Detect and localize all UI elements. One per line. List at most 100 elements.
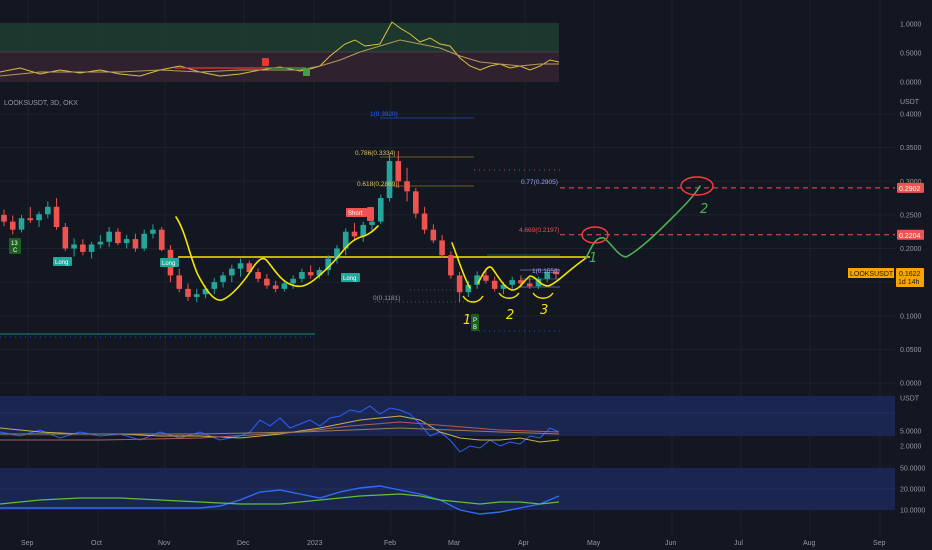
bottom-arc-3 xyxy=(532,292,554,299)
candle xyxy=(53,198,60,230)
candle xyxy=(220,272,226,288)
candle xyxy=(193,288,200,303)
y-tick-label: 0.1000 xyxy=(900,313,922,320)
candle xyxy=(176,268,183,293)
signal-pb[interactable]: P B xyxy=(471,314,479,331)
x-axis: Sep Oct Nov Dec 2023 Feb Mar Apr May Jun Jul Aug Sep xyxy=(21,540,886,547)
top-pane-tick-label: 0.0000 xyxy=(900,80,922,87)
candle xyxy=(421,206,428,234)
hand-label-1: 1 xyxy=(463,313,471,328)
x-tick-label: Nov xyxy=(158,540,171,547)
svg-text:Long: Long xyxy=(162,261,175,267)
candle xyxy=(413,187,419,219)
candle xyxy=(264,274,270,289)
svg-text:0.2204: 0.2204 xyxy=(899,233,921,240)
level-tag-upper: 0.2902 xyxy=(897,182,924,193)
x-tick-label: Aug xyxy=(803,540,816,547)
candle xyxy=(9,215,16,235)
svg-text:0.1622: 0.1622 xyxy=(899,271,921,278)
x-tick-label: Dec xyxy=(237,540,250,547)
candle xyxy=(448,251,454,279)
candle xyxy=(141,229,147,252)
svg-text:LOOKSUSDT: LOOKSUSDT xyxy=(850,271,894,278)
candles-layer xyxy=(1,150,559,303)
top-pane-tick-label: 1.0000 xyxy=(900,22,922,29)
current-price-tag[interactable]: LOOKSUSDT 0.1622 1d 14h xyxy=(848,268,924,287)
candle xyxy=(185,283,191,301)
bottom-arc-2 xyxy=(498,292,520,299)
svg-text:Short: Short xyxy=(348,211,363,217)
x-tick-label: 2023 xyxy=(307,540,323,547)
fib-label-0618: 0.618(0.2869) xyxy=(357,181,397,188)
oscillator-pane-3 xyxy=(0,468,895,515)
hand-label-2: 2 xyxy=(506,308,514,323)
pane2-tick-label: 50.0000 xyxy=(900,466,925,473)
main-pane-decor xyxy=(0,117,590,338)
candle xyxy=(404,167,410,202)
top-osc-upper-zone xyxy=(0,23,559,52)
hand-label-3: 3 xyxy=(540,303,548,318)
svg-text:1d 14h: 1d 14h xyxy=(898,279,920,286)
candle xyxy=(509,276,515,289)
y-tick-label: 0.2500 xyxy=(900,212,922,219)
fib-label-1-small: 1(0.1550) xyxy=(532,268,560,275)
signal-long-3[interactable]: Long xyxy=(341,273,360,282)
candle xyxy=(71,238,77,257)
svg-text:B: B xyxy=(473,325,477,331)
currency-label: USDT xyxy=(900,99,920,106)
candle xyxy=(229,264,235,283)
fib-label-0786: 0.786(0.3334) xyxy=(355,150,395,157)
candle xyxy=(80,239,86,256)
x-tick-label: Apr xyxy=(518,540,530,547)
candle xyxy=(351,222,358,241)
top-oscillator-pane xyxy=(0,21,560,82)
y-tick-label: 0.4000 xyxy=(900,112,922,119)
candle xyxy=(211,278,218,295)
oscillator-pane-2 xyxy=(0,396,895,453)
candle xyxy=(299,268,305,283)
candle xyxy=(1,209,7,227)
projection-path xyxy=(585,185,701,259)
candle xyxy=(342,228,349,256)
candle xyxy=(123,235,130,249)
candle xyxy=(158,226,165,252)
x-tick-label: May xyxy=(587,540,601,547)
x-tick-label: Oct xyxy=(91,540,102,547)
signal-long-1[interactable]: Long xyxy=(53,257,72,266)
candle xyxy=(132,233,139,252)
candle xyxy=(62,222,69,252)
signal-short[interactable]: Short xyxy=(346,207,374,221)
signal-long-2[interactable]: Long xyxy=(160,258,179,267)
top-pane-tick-label: 0.5000 xyxy=(900,51,922,58)
pane3-tick-label: 20.0000 xyxy=(900,487,925,494)
chart-canvas[interactable]: 1 2 3 1 2 1(0.3920) 0.786(0.3334) 0.618(… xyxy=(0,0,932,550)
fib-label-077: 0.77(0.2905) xyxy=(521,179,558,186)
x-tick-label: Mar xyxy=(448,540,461,547)
candle xyxy=(456,272,463,303)
candle xyxy=(430,224,437,244)
candle xyxy=(386,154,393,202)
candle xyxy=(36,211,42,227)
fib-label-0: 0(0.1181) xyxy=(373,295,400,302)
candle xyxy=(307,265,314,279)
signal-count-13[interactable]: 13 C xyxy=(9,238,21,254)
y-tick-label: 0.2000 xyxy=(900,246,922,253)
candle xyxy=(360,221,367,242)
candle xyxy=(150,224,156,239)
y-tick-label: 0.3500 xyxy=(900,145,922,152)
symbol-label: LOOKSUSDT, 3D, OKX xyxy=(4,100,78,107)
candle xyxy=(45,201,51,219)
pane2-tick-label: 2.0000 xyxy=(900,444,922,451)
candle xyxy=(255,268,261,283)
candle xyxy=(439,235,445,258)
top-osc-red-marker xyxy=(262,58,269,66)
fib-label-1: 1(0.3920) xyxy=(370,111,398,118)
svg-text:Long: Long xyxy=(343,276,356,282)
x-tick-label: Sep xyxy=(21,540,34,547)
svg-text:0.2902: 0.2902 xyxy=(899,186,921,193)
hand-label-projection-1: 1 xyxy=(589,251,597,266)
candle xyxy=(290,275,296,289)
target-circle-2 xyxy=(680,176,714,196)
svg-text:13: 13 xyxy=(11,241,18,247)
candle xyxy=(377,194,384,225)
